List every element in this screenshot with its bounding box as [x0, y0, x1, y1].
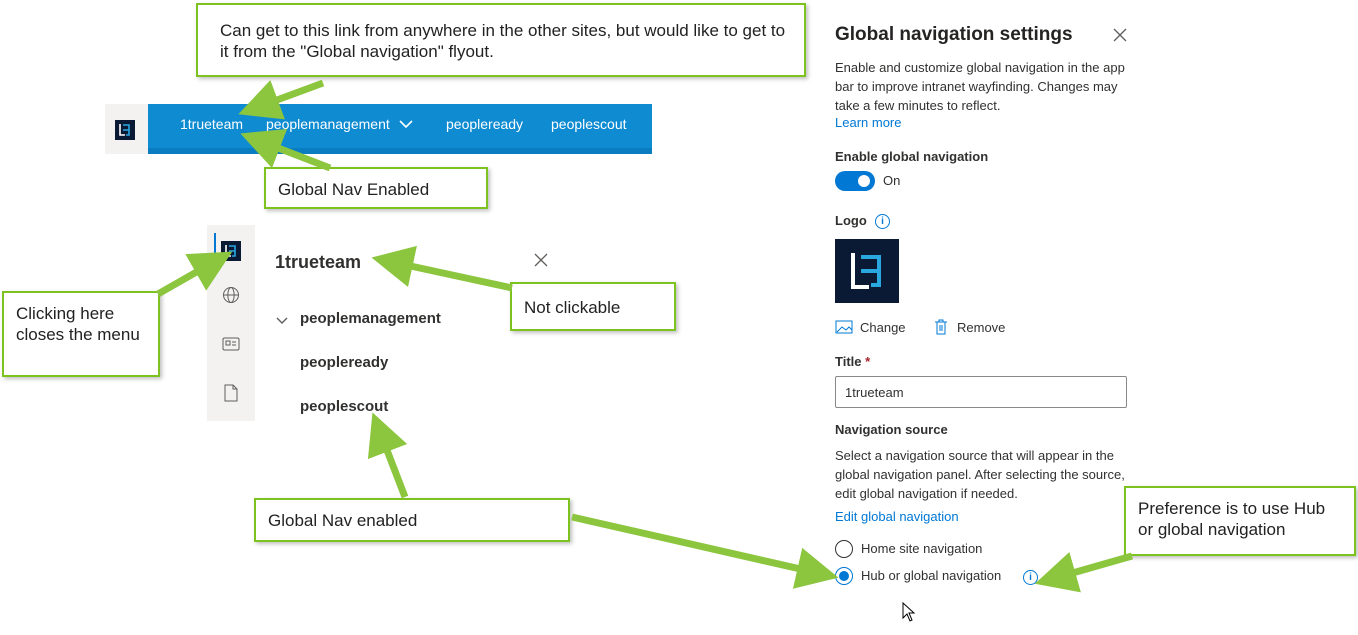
arrow-to-1trueteam — [238, 79, 325, 120]
arrow-to-hub-radio — [571, 513, 839, 589]
annotation-arrows — [156, 79, 1133, 593]
arrow-to-rail-logo — [156, 251, 233, 298]
arrow-to-hub-item — [240, 128, 332, 172]
arrow-to-peoplescout — [367, 412, 409, 499]
arrow-to-flyout-title — [371, 245, 513, 292]
arrow-to-info-icon — [1034, 552, 1133, 593]
